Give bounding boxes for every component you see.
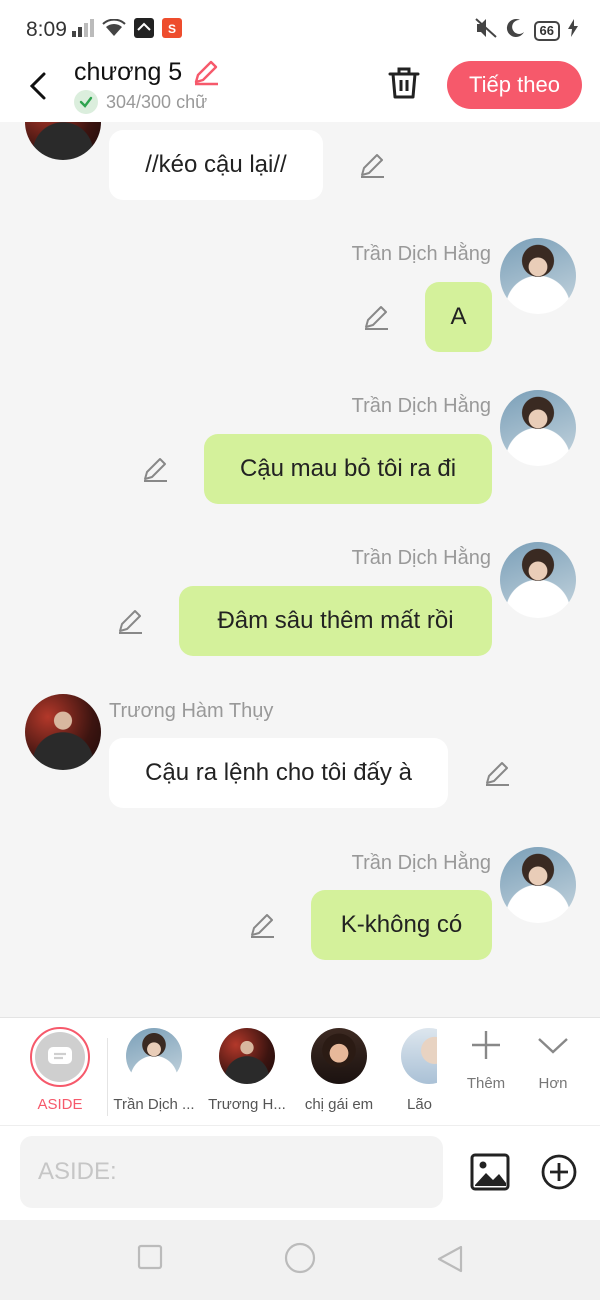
sender-name: Trần Dịch Hằng xyxy=(351,395,491,417)
avatar[interactable] xyxy=(500,847,576,923)
pencil-icon xyxy=(486,762,509,786)
aside-label: ASIDE xyxy=(37,1096,83,1113)
trash-icon xyxy=(388,67,420,99)
recents-button[interactable] xyxy=(137,1244,163,1275)
character-selector: ASIDE Trần Dịch ... Trương H... chị gái … xyxy=(0,1017,600,1125)
avatar[interactable] xyxy=(25,122,101,160)
character-name: Trần Dịch ... xyxy=(113,1096,195,1113)
square-icon xyxy=(137,1244,163,1270)
message-input[interactable] xyxy=(20,1136,443,1208)
message-bubble[interactable]: K-không có xyxy=(311,890,492,960)
composer xyxy=(0,1125,600,1220)
character-item[interactable]: Lão xyxy=(401,1028,437,1113)
header: chương 5 304/300 chữ Tiếp theo xyxy=(0,58,600,122)
message-bubble[interactable]: Cậu mau bỏ tôi ra đi xyxy=(204,434,492,504)
edit-message-button[interactable] xyxy=(483,759,511,787)
avatar[interactable] xyxy=(500,542,576,618)
triangle-back-icon xyxy=(437,1245,463,1273)
chat-area[interactable]: //kéo cậu lại// Trần Dịch Hằng A Trần Dị… xyxy=(0,122,600,1017)
chapter-title: chương 5 xyxy=(74,58,183,86)
sender-name: Trần Dịch Hằng xyxy=(351,243,491,265)
edit-title-button[interactable] xyxy=(192,58,220,91)
avatar xyxy=(219,1028,275,1084)
more-label: Hơn xyxy=(538,1075,568,1092)
mute-icon xyxy=(474,17,498,44)
edit-message-button[interactable] xyxy=(248,911,276,939)
character-item[interactable]: Trương H... xyxy=(202,1028,292,1113)
aside-character-button[interactable] xyxy=(30,1027,90,1087)
message-icon xyxy=(48,1047,72,1064)
check-icon xyxy=(74,90,98,114)
svg-text:S: S xyxy=(168,22,176,36)
add-more-button[interactable] xyxy=(541,1154,577,1195)
pencil-icon xyxy=(365,306,388,330)
edit-message-button[interactable] xyxy=(116,607,144,635)
chevron-left-icon xyxy=(29,72,46,100)
insert-image-button[interactable] xyxy=(470,1153,510,1196)
message-bubble[interactable]: Cậu ra lệnh cho tôi đấy à xyxy=(109,738,448,808)
avatar xyxy=(311,1028,367,1084)
character-item[interactable]: chị gái em xyxy=(294,1028,384,1113)
moon-icon xyxy=(506,18,526,43)
message-bubble[interactable]: Đâm sâu thêm mất rồi xyxy=(179,586,492,656)
system-navigation-bar xyxy=(0,1220,600,1300)
shopee-icon: S xyxy=(162,18,182,43)
home-button[interactable] xyxy=(284,1242,316,1279)
battery-icon: 66 xyxy=(533,20,560,41)
image-icon xyxy=(470,1153,510,1191)
avatar[interactable] xyxy=(25,694,101,770)
add-label: Thêm xyxy=(466,1075,506,1092)
back-nav-button[interactable] xyxy=(436,1244,464,1279)
wifi-icon xyxy=(102,18,126,42)
avatar[interactable] xyxy=(500,238,576,314)
pencil-icon xyxy=(194,60,218,86)
word-count: 304/300 chữ xyxy=(74,90,207,114)
back-button[interactable] xyxy=(22,66,54,106)
status-bar: 8:09 S 66 xyxy=(0,0,600,58)
next-button[interactable]: Tiếp theo xyxy=(447,61,582,109)
app-notification-icon xyxy=(134,18,154,43)
status-time: 8:09 xyxy=(26,18,67,41)
sender-name: Trần Dịch Hằng xyxy=(351,852,491,874)
sender-name: Trương Hàm Thụy xyxy=(109,700,274,722)
word-count-text: 304/300 chữ xyxy=(106,91,208,112)
circle-icon xyxy=(284,1242,316,1274)
pencil-icon xyxy=(361,154,384,178)
avatar xyxy=(126,1028,182,1084)
add-character-button[interactable]: Thêm xyxy=(456,1028,516,1092)
pencil-icon xyxy=(119,610,142,634)
character-name: Lão xyxy=(407,1096,433,1113)
sender-name: Trần Dịch Hằng xyxy=(351,547,491,569)
edit-message-button[interactable] xyxy=(362,303,390,331)
more-characters-button[interactable]: Hơn xyxy=(523,1028,583,1092)
edit-message-button[interactable] xyxy=(141,455,169,483)
message-bubble[interactable]: A xyxy=(425,282,492,352)
plus-icon xyxy=(472,1031,500,1059)
add-circle-icon xyxy=(541,1154,577,1190)
character-name: Trương H... xyxy=(208,1096,286,1113)
avatar[interactable] xyxy=(500,390,576,466)
charging-icon xyxy=(568,19,578,42)
pencil-icon xyxy=(251,914,274,938)
delete-button[interactable] xyxy=(388,66,420,105)
pencil-icon xyxy=(144,458,167,482)
avatar xyxy=(401,1028,437,1084)
edit-message-button[interactable] xyxy=(358,151,386,179)
divider xyxy=(107,1038,108,1116)
character-item[interactable]: Trần Dịch ... xyxy=(109,1028,199,1113)
chevron-down-icon xyxy=(538,1038,568,1054)
character-name: chị gái em xyxy=(304,1096,374,1113)
signal-icon xyxy=(72,19,94,42)
message-bubble[interactable]: //kéo cậu lại// xyxy=(109,130,323,200)
